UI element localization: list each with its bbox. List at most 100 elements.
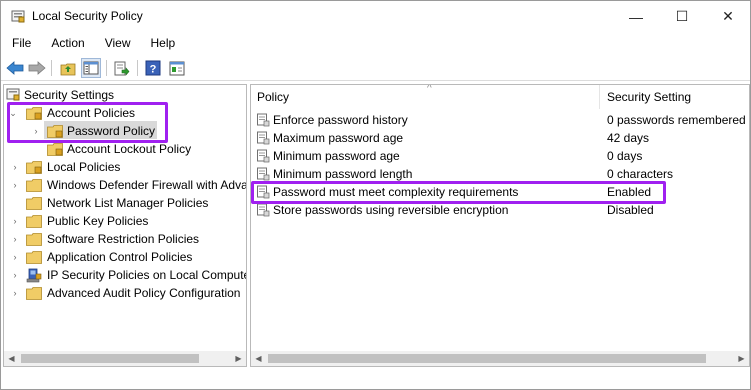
show-hide-console-tree-button[interactable] — [81, 58, 101, 78]
policy-setting: Disabled — [607, 203, 654, 217]
security-settings-icon — [6, 88, 20, 101]
close-button[interactable]: ✕ — [705, 1, 751, 32]
minimize-icon: — — [629, 8, 643, 25]
highlight-box-complexity-row — [251, 181, 666, 204]
local-security-policy-window: Local Security Policy — ☐ ✕ File Action … — [0, 0, 751, 390]
title-bar: Local Security Policy — ☐ ✕ — [1, 1, 750, 32]
scroll-right-icon[interactable]: ▶ — [231, 351, 246, 366]
policy-setting: 0 days — [607, 149, 643, 163]
policy-item-icon — [257, 167, 270, 181]
help-icon: ? — [145, 60, 161, 76]
tree-item-application-control[interactable]: › Application Control Policies — [4, 248, 244, 266]
tree-label: IP Security Policies on Local Compute — [47, 268, 247, 282]
policy-row[interactable]: Maximum password age 42 days — [251, 129, 749, 147]
policy-name: Enforce password history — [273, 113, 408, 127]
locked-folder-icon — [26, 161, 42, 174]
console-tree-pane: Security Settings ⌄ Account Policies › P… — [3, 84, 247, 367]
maximize-button[interactable]: ☐ — [659, 1, 705, 32]
tree-label: Security Settings — [24, 88, 115, 102]
toolbar-separator — [137, 60, 138, 76]
up-one-level-button[interactable] — [58, 58, 78, 78]
menu-file[interactable]: File — [1, 33, 40, 53]
tree-horizontal-scrollbar[interactable]: ◀ ▶ — [4, 351, 246, 366]
up-folder-icon — [60, 63, 76, 75]
tree-label: Software Restriction Policies — [47, 232, 200, 246]
folder-icon — [26, 251, 42, 264]
properties-button[interactable] — [167, 58, 187, 78]
menu-help[interactable]: Help — [140, 33, 185, 53]
column-header-security-setting[interactable]: Security Setting — [607, 85, 747, 109]
folder-icon — [26, 197, 42, 210]
security-policy-app-icon — [11, 10, 25, 23]
tree-item-ip-security-policies[interactable]: › IP Security Policies on Local Compute — [4, 266, 247, 284]
help-button[interactable]: ? — [143, 58, 163, 78]
tree-label: Advanced Audit Policy Configuration — [47, 286, 241, 300]
policy-item-icon — [257, 131, 270, 145]
menu-bar: File Action View Help — [1, 33, 184, 53]
policy-name: Store passwords using reversible encrypt… — [273, 203, 509, 217]
policy-list-pane: Policy ^ Security Setting Enforce passwo… — [250, 84, 750, 367]
ip-security-icon — [26, 268, 42, 283]
maximize-icon: ☐ — [675, 8, 689, 24]
menu-view[interactable]: View — [94, 33, 140, 53]
chevron-right-icon[interactable]: › — [10, 234, 20, 244]
chevron-right-icon[interactable]: › — [10, 252, 20, 262]
tree-label: Local Policies — [47, 160, 121, 174]
folder-icon — [26, 179, 42, 192]
export-list-button[interactable] — [112, 58, 132, 78]
tree-item-software-restriction[interactable]: › Software Restriction Policies — [4, 230, 244, 248]
tree-item-advanced-audit-policy[interactable]: › Advanced Audit Policy Configuration — [4, 284, 244, 302]
window-title: Local Security Policy — [32, 9, 143, 23]
toolbar-separator — [51, 60, 52, 76]
tree-label: Windows Defender Firewall with Adva — [47, 178, 247, 192]
tree-label: Public Key Policies — [47, 214, 149, 228]
tree-item-local-policies[interactable]: › Local Policies — [4, 158, 244, 176]
column-header-label: Policy — [257, 90, 290, 104]
show-hide-tree-icon — [83, 61, 99, 75]
policy-name: Maximum password age — [273, 131, 404, 145]
chevron-right-icon[interactable]: › — [10, 288, 20, 298]
list-horizontal-scrollbar[interactable]: ◀ ▶ — [251, 351, 749, 366]
policy-name: Minimum password length — [273, 167, 413, 181]
folder-icon — [26, 287, 42, 300]
menu-action[interactable]: Action — [40, 33, 93, 53]
tree-label: Account Lockout Policy — [67, 142, 192, 156]
chevron-right-icon[interactable]: › — [10, 216, 20, 226]
policy-item-icon — [257, 113, 270, 127]
folder-icon — [26, 215, 42, 228]
tree-item-network-list-manager[interactable]: Network List Manager Policies — [4, 194, 244, 212]
policy-setting: 0 characters — [607, 167, 674, 181]
column-header-label: Security Setting — [607, 90, 692, 104]
forward-button[interactable] — [27, 58, 47, 78]
toolbar: ? — [1, 55, 750, 81]
scrollbar-thumb[interactable] — [268, 354, 706, 363]
policy-row[interactable]: Enforce password history 0 passwords rem… — [251, 111, 749, 129]
scroll-right-icon[interactable]: ▶ — [734, 351, 749, 366]
policy-item-icon — [257, 203, 270, 217]
back-button[interactable] — [5, 58, 25, 78]
locked-folder-icon — [47, 143, 63, 156]
policy-row[interactable]: Minimum password age 0 days — [251, 147, 749, 165]
policy-setting: 0 passwords remembered — [607, 113, 746, 127]
export-list-icon — [114, 61, 130, 76]
policy-item-icon — [257, 149, 270, 163]
forward-arrow-icon — [28, 61, 46, 75]
minimize-button[interactable]: — — [613, 1, 659, 32]
scrollbar-thumb[interactable] — [21, 354, 199, 363]
scroll-left-icon[interactable]: ◀ — [251, 351, 266, 366]
tree-item-public-key-policies[interactable]: › Public Key Policies — [4, 212, 244, 230]
sort-up-icon: ^ — [427, 84, 432, 94]
policy-name: Minimum password age — [273, 149, 400, 163]
highlight-box-password-policy — [7, 102, 168, 143]
chevron-right-icon[interactable]: › — [10, 162, 20, 172]
column-header-policy[interactable]: Policy ^ — [257, 85, 597, 109]
column-divider[interactable] — [599, 85, 600, 109]
chevron-right-icon[interactable]: › — [10, 180, 20, 190]
folder-icon — [26, 233, 42, 246]
tree-item-windows-defender-firewall[interactable]: › Windows Defender Firewall with Adva — [4, 176, 247, 194]
chevron-right-icon[interactable]: › — [10, 270, 20, 280]
scroll-left-icon[interactable]: ◀ — [4, 351, 19, 366]
toolbar-separator — [106, 60, 107, 76]
policy-setting: 42 days — [607, 131, 650, 145]
close-icon: ✕ — [722, 8, 734, 24]
